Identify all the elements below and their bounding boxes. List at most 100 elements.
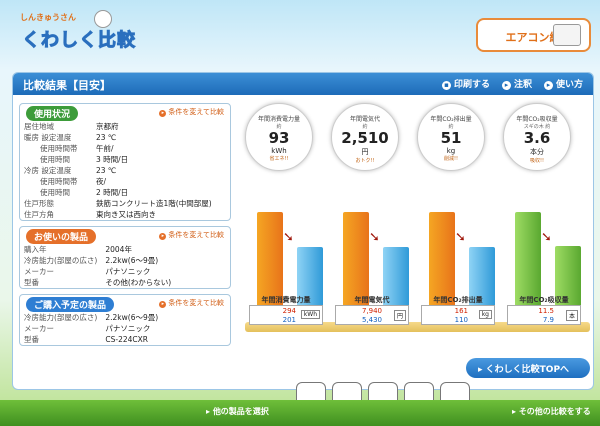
value-box: 294 201 kWh [249,305,323,325]
conditions-column: 使用状況 ▸ 条件を変えて比較 居住地域 京都府 暖房 設定温度 23 ℃ 使用時間帯… [19,103,231,351]
circle-title: 年間消費電力量 [257,116,300,123]
row-key: 使用時間帯 [40,144,78,153]
circle-value: 3.6 [523,129,551,147]
other-comparison-link[interactable]: ▸ その他の比較をする [512,406,591,417]
row-key: メーカー [24,324,54,333]
row-key: 住戸方角 [24,210,54,219]
circle-note: 吸収!! [529,158,544,164]
select-other-product-link[interactable]: ▸ 他の製品を選択 [206,406,269,417]
row-value: 2 時間/日 [96,188,129,197]
row-value: 2004年 [105,245,132,254]
row-key: 冷房能力(部屋の広さ) [24,256,98,265]
circle-value: 51 [440,129,462,147]
row-value: 鉄筋コンクリート造1階(中間部屋) [96,199,212,208]
circle-value: 2,510 [341,129,389,147]
value-unit: 円 [393,310,406,321]
aircon-category-button[interactable]: エアコン編 [476,18,591,52]
value-unit: kg [478,310,492,319]
row-key: 使用時間帯 [40,177,78,186]
usage-change-button[interactable]: ▸ 条件を変えて比較 [159,107,224,117]
arrow-icon: ▸ [543,81,553,90]
row-key: 冷房 設定温度 [24,166,72,175]
category-label: 年間CO₂吸収量 [519,296,569,304]
circle-unit: kWh [271,147,287,155]
current-table: 購入年 2004年 冷房能力(部屋の広さ) 2.2kw(6〜9畳) メーカー パナソニ… [20,244,230,288]
circle-title: 年間CO₂吸収量 [516,116,558,123]
printer-icon: ▪ [441,81,451,90]
row-value: 京都府 [96,122,119,131]
row-value: 3 時間/日 [96,155,129,164]
row-value: 夜/ [96,177,107,186]
logo[interactable]: しんきゅうさん くわしく比較 [8,4,158,54]
howto-link[interactable]: ▸ 使い方 [543,77,583,90]
value-box: 161 110 kg [421,305,495,325]
row-key: 暖房 設定温度 [24,133,72,142]
circle-note: 省エネ!! [269,156,289,162]
circle-title: 年間電気代 [349,116,380,123]
row-key: 使用時間 [40,188,70,197]
arrow-icon: ▸ [501,81,511,90]
planned-value: 7.9 [542,316,554,324]
row-value: 2.2kw(6〜9畳) [105,256,159,265]
planned-table: 冷房能力(部屋の広さ) 2.2kw(6〜9畳) メーカー パナソニック 型番 CS-2… [20,312,230,345]
current-value: 7,940 [361,307,382,315]
current-value: 11.5 [538,307,554,315]
category-label: 年間消費電力量 [261,296,311,304]
row-key: 購入年 [24,245,47,254]
arrow-icon: ▸ [478,365,486,375]
planned-change-button[interactable]: ▸ 条件を変えて比較 [159,298,224,308]
row-value: 23 ℃ [96,133,117,142]
other-comparison-label: その他の比較をする [518,407,591,416]
planned-product-box: ご購入予定の製品 ▸ 条件を変えて比較 冷房能力(部屋の広さ) 2.2kw(6〜9畳… [19,294,231,346]
down-arrow-icon: ➘ [283,230,294,245]
row-key: 使用時間 [40,155,70,164]
planned-value: 201 [282,316,296,324]
current-value: 294 [282,307,296,315]
row-value: 午前/ [96,144,114,153]
usage-box: 使用状況 ▸ 条件を変えて比較 居住地域 京都府 暖房 設定温度 23 ℃ 使用時間帯… [19,103,231,221]
row-key: 型番 [24,278,39,287]
current-product-box: お使いの製品 ▸ 条件を変えて比較 購入年 2004年 冷房能力(部屋の広さ) 2.2… [19,226,231,289]
panel-title: 比較結果【目安】 [23,79,111,92]
circle-value: 93 [268,129,290,147]
category-label: 年間CO₂排出量 [433,296,483,304]
co2-absorption-circle: 年間CO₂吸収量 スギの木 約 3.6 本分 吸収!! [503,103,571,171]
circle-unit: kg [446,147,456,155]
bottom-bar: ▸ 他の製品を選択 ▸ その他の比較をする [0,400,600,426]
notes-label: 注釈 [513,80,532,90]
usage-title: 使用状況 [26,106,79,121]
down-arrow-icon: ➘ [369,230,380,245]
comparison-panel: 比較結果【目安】 ▪ 印刷する ▸ 注釈 ▸ 使い方 使用状況 ▸ 条件を変えて比較 居… [12,72,594,390]
circle-note: おトク!! [355,158,375,164]
co2-emission-circle: 年間CO₂排出量 約 51 kg 削減!! [417,103,485,171]
print-link[interactable]: ▪ 印刷する [441,77,490,90]
current-value: 161 [454,307,468,315]
print-label: 印刷する [453,80,490,90]
row-value: CS-224CXR [105,335,148,344]
row-key: 型番 [24,335,39,344]
value-box: 7,940 5,430 円 [335,305,409,325]
top-button-label: くわしく比較TOPへ [485,365,570,375]
circle-note: 削減!! [443,156,458,162]
logo-small-text: しんきゅうさん [20,13,76,22]
notes-link[interactable]: ▸ 注釈 [501,77,532,90]
row-value: 23 ℃ [96,166,117,175]
row-value: 東向き又は西向き [96,210,156,219]
details-top-button[interactable]: ▸ くわしく比較TOPへ [466,358,590,378]
row-key: メーカー [24,267,54,276]
circle-title: 年間CO₂排出量 [430,116,472,123]
current-title: お使いの製品 [26,229,97,244]
row-key: 居住地域 [24,122,54,131]
row-value: パナソニック [105,324,151,333]
usage-table: 居住地域 京都府 暖房 設定温度 23 ℃ 使用時間帯 午前/ 使用時間 3 時間/日 … [20,121,230,220]
planned-value: 5,430 [361,316,382,324]
logo-title: くわしく比較 [22,30,136,52]
circle-unit: 円 [361,148,369,156]
row-key: 住戸形態 [24,199,54,208]
row-value: パナソニック [105,267,151,276]
planned-title: ご購入予定の製品 [26,297,115,312]
value-unit: 本 [565,310,578,321]
aircon-icon [553,24,581,46]
howto-label: 使い方 [555,80,583,90]
current-change-button[interactable]: ▸ 条件を変えて比較 [159,230,224,240]
